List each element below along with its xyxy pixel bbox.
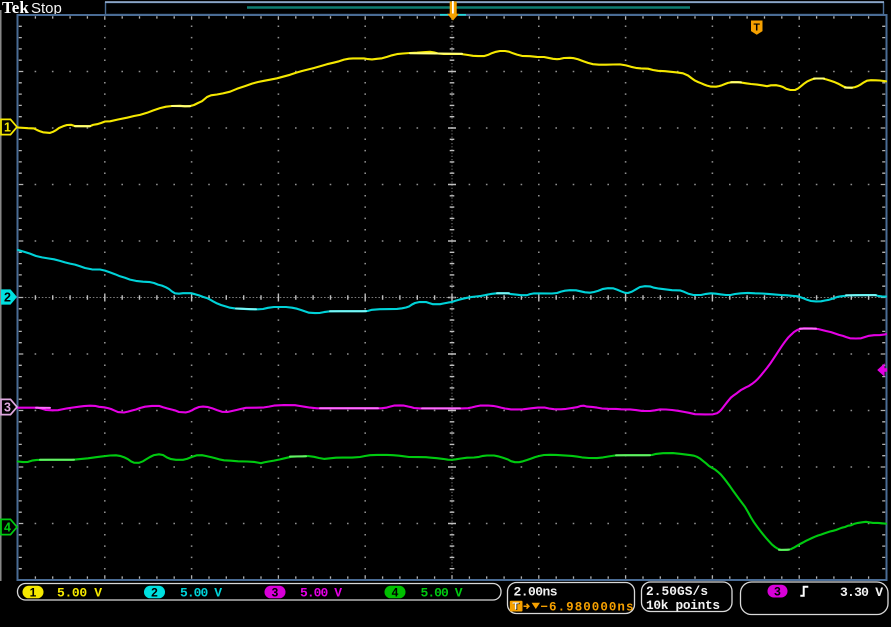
svg-text:5.00 V: 5.00 V bbox=[180, 586, 222, 601]
svg-text:5.00 V: 5.00 V bbox=[57, 586, 102, 601]
svg-text:4: 4 bbox=[4, 520, 11, 534]
svg-text:T: T bbox=[512, 600, 519, 612]
svg-text:2.00ns: 2.00ns bbox=[514, 584, 558, 599]
svg-text:3.30 V: 3.30 V bbox=[840, 585, 883, 600]
svg-text:4: 4 bbox=[392, 585, 399, 599]
svg-text:3: 3 bbox=[272, 585, 279, 599]
svg-text:T: T bbox=[753, 22, 760, 34]
svg-text:10k points: 10k points bbox=[646, 598, 720, 613]
svg-text:1: 1 bbox=[30, 585, 37, 599]
svg-text:5.00 V: 5.00 V bbox=[421, 586, 463, 601]
svg-text:3: 3 bbox=[774, 585, 781, 599]
svg-text:1: 1 bbox=[4, 120, 11, 134]
svg-text:5.00 V: 5.00 V bbox=[300, 586, 342, 601]
svg-text:−6.980000ns: −6.980000ns bbox=[541, 601, 634, 615]
svg-text:2: 2 bbox=[151, 585, 158, 599]
svg-text:3: 3 bbox=[4, 400, 11, 414]
svg-text:2: 2 bbox=[4, 290, 11, 304]
